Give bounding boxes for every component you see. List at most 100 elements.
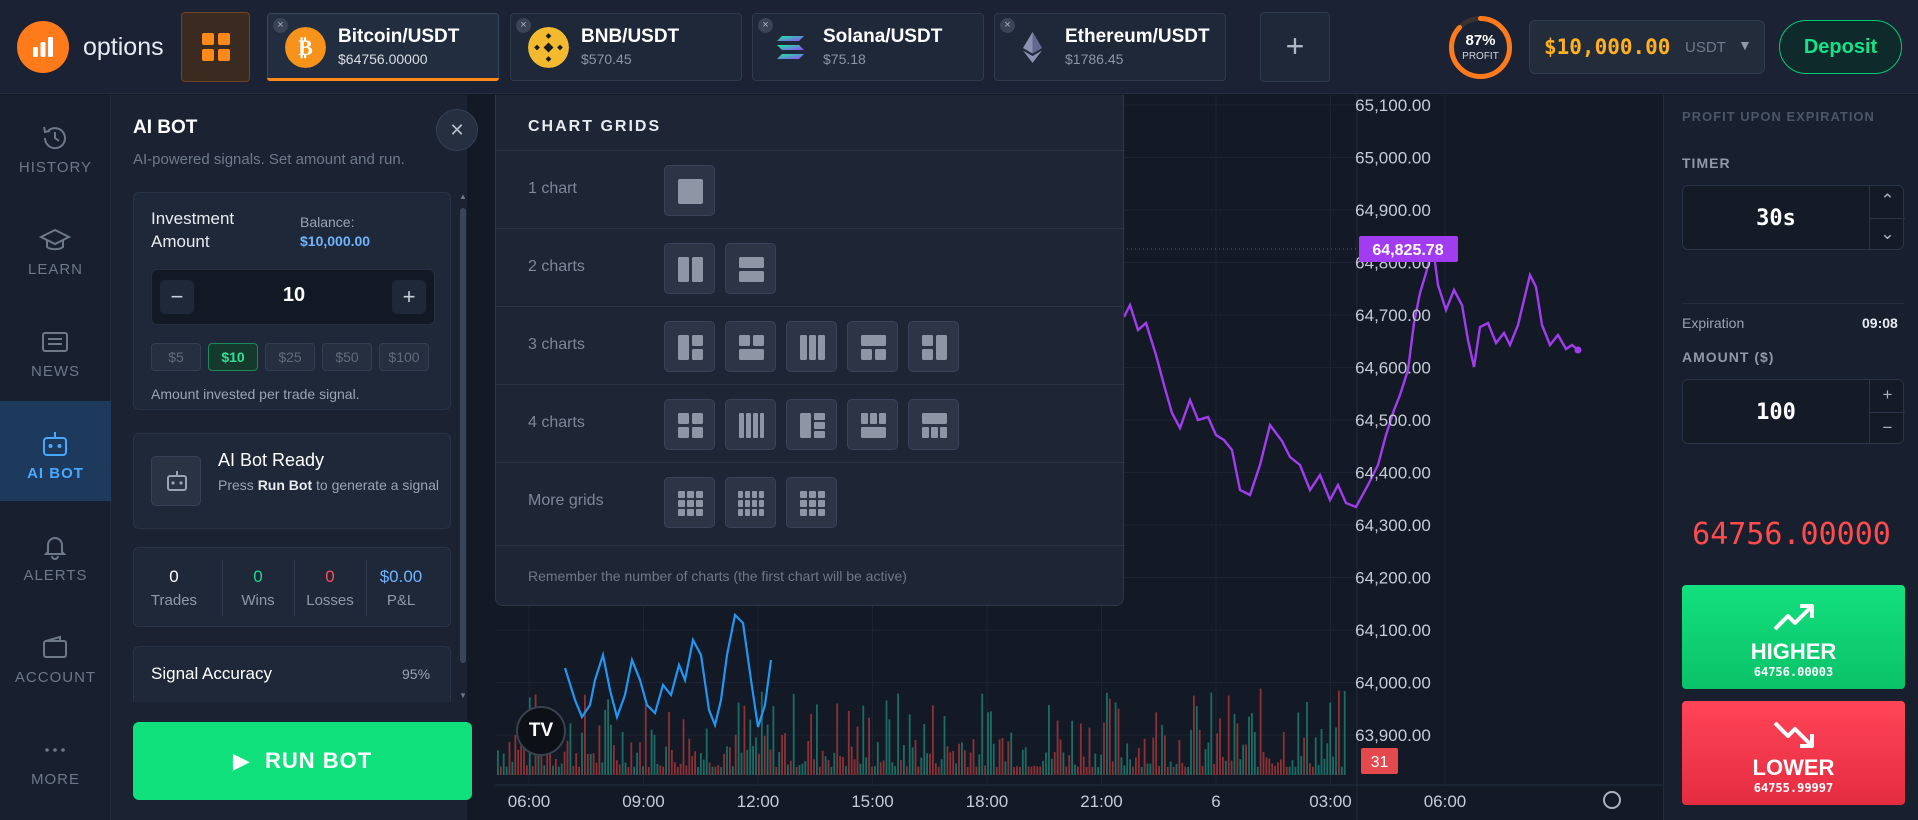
run-bot-button[interactable]: ▶ RUN BOT (133, 722, 472, 800)
layout-4-b[interactable] (725, 399, 776, 450)
nav-ai-bot[interactable]: AI BOT (0, 401, 111, 501)
tradingview-logo[interactable]: TV (516, 706, 566, 756)
nav-account[interactable]: ACCOUNT (0, 605, 111, 705)
layout-4-d[interactable] (847, 399, 898, 450)
volume-bar (801, 763, 804, 775)
stat-trades: 0 Trades (150, 567, 198, 609)
layout-3-d[interactable] (847, 321, 898, 372)
panel-scrollbar[interactable]: ▲ ▼ (459, 192, 467, 702)
volume-bar (1161, 724, 1163, 775)
balance-dropdown[interactable]: $10,000.00 USDT ▼ (1529, 20, 1765, 74)
wallet-icon (43, 635, 67, 658)
y-tick-label: 64,100.00 (1355, 621, 1431, 640)
asset-tab-solana[interactable]: × Solana/USDT $75.18 (752, 13, 984, 81)
volume-bar (1158, 766, 1160, 775)
chart-grid-button[interactable] (181, 12, 250, 82)
tab-close-icon[interactable]: × (758, 18, 773, 33)
brand-logo[interactable]: options (17, 21, 164, 73)
layout-4-c[interactable] (786, 399, 837, 450)
nav-more[interactable]: MORE (0, 707, 111, 807)
volume-bar (1048, 704, 1050, 775)
amount-minus-button[interactable]: − (1869, 412, 1905, 444)
layout-3-b[interactable] (725, 321, 776, 372)
layout-more-c[interactable] (786, 477, 837, 528)
volume-bar (572, 766, 575, 775)
volume-bar (1001, 738, 1004, 775)
volume-bar (601, 762, 604, 775)
volume-bar (1303, 737, 1305, 775)
volume-bar (511, 761, 514, 775)
layout-2-vertical[interactable] (664, 243, 715, 294)
volume-bar (1335, 727, 1337, 775)
preset-chip-selected[interactable]: $10 (208, 343, 258, 371)
timer-up-button[interactable]: ⌃ (1869, 186, 1905, 218)
volume-bar (1039, 766, 1042, 775)
volume-bar (731, 766, 734, 775)
volume-bar (639, 742, 641, 775)
layout-3-e[interactable] (908, 321, 959, 372)
x-tick-label: 06:00 (508, 792, 551, 811)
layout-1-single[interactable] (664, 165, 715, 216)
layout-4-a[interactable] (664, 399, 715, 450)
settings-gear-icon[interactable] (1603, 791, 1621, 809)
layout-2-horizontal[interactable] (725, 243, 776, 294)
nav-learn[interactable]: LEARN (0, 197, 111, 297)
volume-bar (920, 757, 923, 775)
timer-down-button[interactable]: ⌄ (1869, 218, 1905, 250)
volume-bar (659, 765, 662, 775)
volume-bar (1242, 744, 1245, 775)
expiration-label: Expiration (1682, 315, 1745, 331)
volume-bar (563, 751, 566, 775)
lower-button[interactable]: LOWER 64755.99997 (1682, 701, 1905, 805)
volume-bar (787, 764, 789, 775)
preset-chip[interactable]: $100 (379, 343, 429, 371)
layout-more-a[interactable] (664, 477, 715, 528)
asset-tab-bnb[interactable]: × BNB/USDT $570.45 (510, 13, 742, 81)
volume-bar (1149, 763, 1152, 775)
volume-bar (760, 691, 763, 775)
deposit-button[interactable]: Deposit (1779, 20, 1902, 74)
higher-button[interactable]: HIGHER 64756.00003 (1682, 585, 1905, 689)
nav-history[interactable]: HISTORY (0, 95, 111, 195)
decrease-button[interactable]: − (160, 280, 194, 314)
brand-name: options (83, 32, 164, 61)
amount-plus-button[interactable]: + (1869, 380, 1905, 412)
volume-bar (1045, 752, 1047, 775)
layout-3-c[interactable] (786, 321, 837, 372)
timer-value[interactable]: 30s (1683, 206, 1869, 231)
volume-bar (975, 766, 978, 775)
layout-more-b[interactable] (725, 477, 776, 528)
volume-bar (1207, 742, 1210, 775)
amount-value[interactable]: 100 (1683, 400, 1869, 425)
more-dots-icon (45, 748, 65, 752)
bot-status-desc: Press Run Bot to generate a signal (218, 477, 439, 493)
volume-bar (908, 714, 911, 775)
volume-bar (995, 766, 998, 775)
volume-bar (1065, 766, 1068, 775)
tab-close-icon[interactable]: × (516, 18, 531, 33)
asset-tab-ethereum[interactable]: × Ethereum/USDT $1786.45 (994, 13, 1226, 81)
volume-bar (1172, 766, 1175, 775)
volume-bar (1297, 712, 1300, 775)
close-panel-button[interactable]: ✕ (436, 109, 478, 151)
tab-close-icon[interactable]: × (273, 18, 288, 33)
volume-bar (1213, 763, 1216, 775)
nav-news[interactable]: NEWS (0, 299, 111, 399)
add-asset-button[interactable]: + (1260, 12, 1330, 82)
nav-alerts[interactable]: ALERTS (0, 503, 111, 603)
preset-chip[interactable]: $50 (322, 343, 372, 371)
preset-chip[interactable]: $5 (151, 343, 201, 371)
volume-bar (615, 760, 618, 775)
volume-bar (903, 744, 905, 775)
preset-chip[interactable]: $25 (265, 343, 315, 371)
stat-pnl: $0.00 P&L (379, 567, 423, 609)
tab-close-icon[interactable]: × (1000, 18, 1015, 33)
layout-4-e[interactable] (908, 399, 959, 450)
asset-tab-bitcoin[interactable]: × ₿ Bitcoin/USDT $64756.00000 (267, 13, 499, 81)
volume-bar (1164, 735, 1166, 775)
volume-bar (1137, 748, 1140, 775)
increase-button[interactable]: + (392, 280, 426, 314)
amount-input[interactable]: 10 (212, 284, 376, 307)
volume-bar (720, 766, 723, 775)
layout-3-a[interactable] (664, 321, 715, 372)
